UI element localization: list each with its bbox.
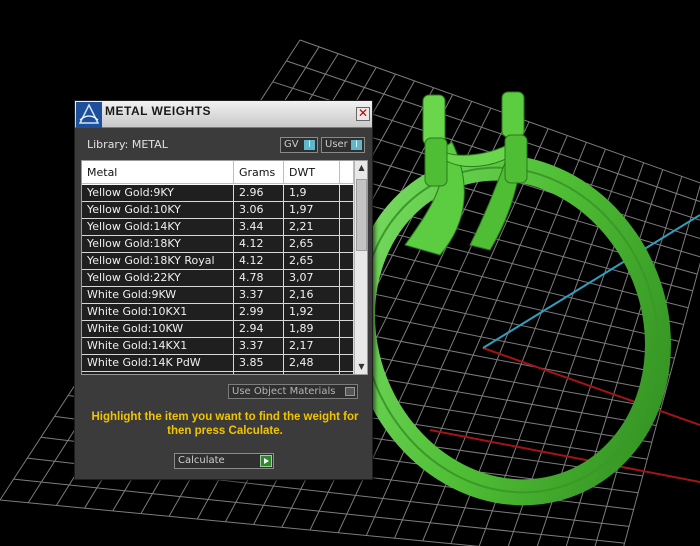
app-logo-icon [76, 102, 102, 128]
column-header-metal[interactable]: Metal [82, 161, 234, 184]
dwt-cell: 2,65 [284, 253, 340, 269]
grams-cell: 2.94 [234, 321, 284, 337]
scroll-down-icon[interactable]: ▼ [355, 360, 367, 373]
table-row[interactable]: Yellow Gold:10KY 3.06 1,97 [82, 202, 354, 219]
metal-weights-panel: METAL WEIGHTS ✕ Library: METAL GV I User… [74, 100, 373, 480]
dwt-cell: 1,9 [284, 185, 340, 201]
table-row[interactable]: Yellow Gold:18KY Royal 4.12 2,65 [82, 253, 354, 270]
user-toggle-label: User [325, 139, 348, 150]
column-header-dwt[interactable]: DWT [284, 161, 340, 184]
instruction-text: Highlight the item you want to find the … [91, 411, 359, 437]
row-spacer-cell [340, 202, 354, 218]
table-row[interactable]: White Gold:10KW 2.94 1,89 [82, 321, 354, 338]
grams-cell: 4.12 [234, 236, 284, 252]
dwt-cell: 1,97 [284, 202, 340, 218]
column-header-grams[interactable]: Grams [234, 161, 284, 184]
row-spacer-cell [340, 219, 354, 235]
metal-cell: Yellow Gold:18KY Royal [82, 253, 234, 269]
table-row[interactable]: Yellow Gold:18KY 4.12 2,65 [82, 236, 354, 253]
dwt-cell: 2,21 [284, 219, 340, 235]
row-spacer-cell [340, 355, 354, 371]
row-spacer-cell [340, 372, 354, 374]
table-header: Metal Grams DWT [82, 161, 354, 184]
gv-toggle[interactable]: GV I [280, 137, 318, 153]
metal-table: Metal Grams DWT Yellow Gold:9KY 2.96 1,9 Ye… [81, 160, 368, 375]
table-row[interactable]: White Gold:14K PdW 3.85 2,48 [82, 355, 354, 372]
table-body: Yellow Gold:9KY 2.96 1,9 Yellow Gold:10KY 3.… [82, 185, 354, 374]
metal-cell: White Gold:14K PdW [82, 355, 234, 371]
radio-icon [345, 387, 355, 396]
user-toggle[interactable]: User I [321, 137, 365, 153]
grid-line [0, 499, 481, 546]
metal-cell: White Gold:10KW [82, 321, 234, 337]
grams-cell: 2.99 [234, 304, 284, 320]
grams-cell [234, 372, 284, 374]
dwt-cell: 2,48 [284, 355, 340, 371]
table-row[interactable]: White Gold:9KW 3.37 2,16 [82, 287, 354, 304]
metal-cell: White Gold:14KX1 [82, 338, 234, 354]
row-spacer-cell [340, 236, 354, 252]
use-object-materials-toggle[interactable]: Use Object Materials [228, 384, 358, 399]
table-row[interactable]: White Gold:10KX1 2.99 1,92 [82, 304, 354, 321]
grams-cell: 4.78 [234, 270, 284, 286]
metal-cell: Yellow Gold:18KY [82, 236, 234, 252]
grams-cell: 3.44 [234, 219, 284, 235]
row-spacer-cell [340, 287, 354, 303]
dwt-cell: 2,65 [284, 236, 340, 252]
toggle-knob-icon: I [304, 140, 315, 150]
metal-cell: Yellow Gold:10KY [82, 202, 234, 218]
library-label: Library: METAL [87, 138, 168, 151]
table-scrollbar[interactable]: ▲ ▼ [354, 161, 367, 374]
metal-cell: White Gold:10KX1 [82, 304, 234, 320]
calculate-label: Calculate [178, 455, 225, 466]
dwt-cell: 2,17 [284, 338, 340, 354]
calculate-button[interactable]: Calculate [174, 453, 274, 469]
row-spacer-cell [340, 185, 354, 201]
grams-cell: 3.06 [234, 202, 284, 218]
scroll-up-icon[interactable]: ▲ [355, 161, 367, 174]
dwt-cell [284, 372, 340, 374]
use-object-materials-label: Use Object Materials [232, 386, 336, 397]
metal-cell: Yellow Gold:22KY [82, 270, 234, 286]
grams-cell: 4.12 [234, 253, 284, 269]
toggle-knob-icon: I [351, 140, 362, 150]
gv-toggle-label: GV [284, 139, 299, 150]
table-row[interactable]: Yellow Gold:9KY 2.96 1,9 [82, 185, 354, 202]
table-row[interactable]: Yellow Gold:14KY 3.44 2,21 [82, 219, 354, 236]
grams-cell: 3.37 [234, 287, 284, 303]
panel-title: METAL WEIGHTS [105, 104, 212, 118]
close-button[interactable]: ✕ [356, 107, 370, 121]
table-row[interactable]: White Gold:14KX1 3.37 2,17 [82, 338, 354, 355]
grams-cell: 2.96 [234, 185, 284, 201]
grams-cell: 3.37 [234, 338, 284, 354]
row-spacer-cell [340, 321, 354, 337]
metal-cell: White Gold:9KW [82, 287, 234, 303]
metal-cell: Yellow Gold:14KY [82, 219, 234, 235]
metal-cell: Yellow Gold:9KY [82, 185, 234, 201]
grams-cell: 3.85 [234, 355, 284, 371]
scroll-thumb[interactable] [356, 179, 367, 251]
dwt-cell: 1,92 [284, 304, 340, 320]
panel-titlebar[interactable]: METAL WEIGHTS ✕ [75, 101, 372, 128]
dwt-cell: 1,89 [284, 321, 340, 337]
column-header-spacer [340, 161, 354, 184]
dwt-cell: 2,16 [284, 287, 340, 303]
table-row[interactable]: Yellow Gold:22KY 4.78 3,07 [82, 270, 354, 287]
dwt-cell: 3,07 [284, 270, 340, 286]
row-spacer-cell [340, 338, 354, 354]
row-spacer-cell [340, 270, 354, 286]
metal-cell: White Gold:14KW [82, 372, 234, 374]
row-spacer-cell [340, 304, 354, 320]
row-spacer-cell [340, 253, 354, 269]
play-arrow-icon [260, 455, 272, 467]
table-row[interactable]: White Gold:14KW [82, 372, 354, 374]
